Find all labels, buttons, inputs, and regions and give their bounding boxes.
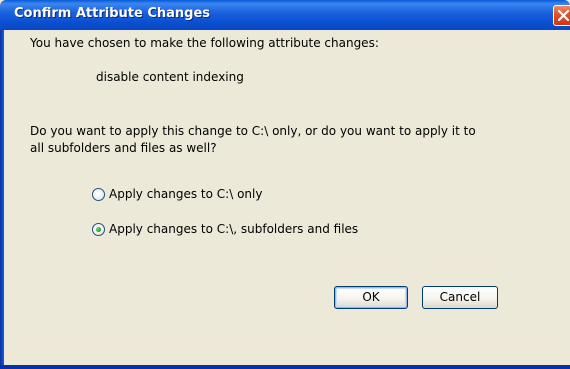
dialog-title: Confirm Attribute Changes [14,6,211,21]
close-button[interactable] [553,5,570,26]
radio-apply-root-only[interactable]: Apply changes to C:\ only [92,185,262,203]
radio-label[interactable]: Apply changes to C:\ only [109,187,262,201]
question-text-line-1: Do you want to apply this change to C:\ … [30,124,476,138]
ok-button[interactable]: OK [334,286,408,309]
intro-text: You have chosen to make the following at… [30,36,379,50]
radio-button-unchecked[interactable] [92,187,105,201]
radio-button-checked[interactable] [92,222,105,236]
radio-label[interactable]: Apply changes to C:\, subfolders and fil… [109,222,358,236]
confirm-attribute-changes-dialog: Confirm Attribute Changes You have chose… [0,0,570,369]
window-frame-left [0,30,4,369]
window-frame-bottom [0,365,570,369]
radio-apply-recursive[interactable]: Apply changes to C:\, subfolders and fil… [92,220,358,238]
cancel-button[interactable]: Cancel [422,286,498,309]
title-bar[interactable]: Confirm Attribute Changes [0,0,570,30]
change-description: disable content indexing [96,70,244,84]
question-text-line-2: all subfolders and files as well? [30,141,217,155]
